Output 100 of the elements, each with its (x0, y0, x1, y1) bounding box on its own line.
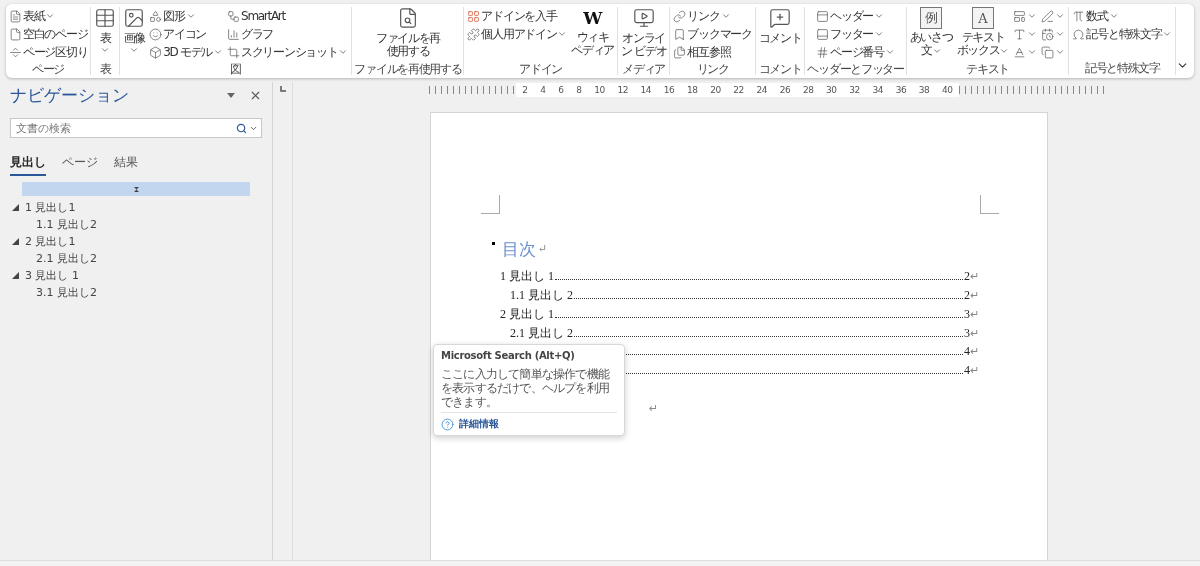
link-icon (673, 9, 687, 23)
ribbon-button[interactable]: リンク (672, 7, 753, 25)
search-icon[interactable] (236, 122, 247, 134)
group-label: ファイルを再使用する (354, 62, 462, 76)
heading-item[interactable]: 1 見出し1 (12, 199, 76, 216)
paragraph-mark: ↵ (649, 402, 659, 415)
ribbon-button[interactable]: ページ番号 (815, 43, 896, 61)
header-icon (816, 9, 830, 23)
shapes-icon (149, 9, 163, 23)
puzzle-icon (467, 27, 481, 41)
screenshot-icon (227, 45, 241, 59)
search-field[interactable]: 文書の検索 (10, 118, 262, 138)
ribbon-button[interactable]: ページ区切り (8, 43, 89, 61)
pane-tab[interactable]: ページ (62, 154, 98, 176)
text-box-icon: A (972, 7, 994, 29)
group-label: 記号と特殊文字 (1084, 61, 1160, 75)
footer-icon (816, 27, 830, 41)
smile-icon (149, 27, 163, 41)
image-icon (123, 7, 146, 29)
blank-page-icon (9, 27, 22, 41)
margin-corner-mark (980, 195, 999, 214)
pane-tab[interactable]: 見出し (10, 154, 46, 176)
ribbon-button[interactable]: 3D モデル (148, 43, 225, 61)
ribbon-button[interactable]: SmartArt (226, 7, 350, 25)
cross-reference-icon (673, 45, 687, 59)
ribbon-button[interactable]: アドインを入手 (466, 7, 569, 25)
pi-icon (1072, 9, 1086, 23)
ribbon-button[interactable]: 個人用アドイン (466, 25, 569, 43)
page-number-icon (816, 45, 830, 59)
toc-entry[interactable]: 2.1 見出し 2 3↵ (510, 325, 979, 344)
ribbon-button[interactable]: 表紙 (8, 7, 89, 25)
group-label: ページ (32, 62, 65, 76)
chart-icon (227, 27, 241, 41)
ribbon-button[interactable]: ブックマーク (672, 25, 753, 43)
ribbon-button[interactable]: 記号と特殊文字 (1071, 25, 1174, 43)
ribbon-button[interactable]: 図形 (148, 7, 225, 25)
pane-title: ナビゲーション (10, 83, 130, 107)
ribbon-button[interactable]: ヘッダー (815, 7, 896, 25)
date-time-icon (1041, 27, 1055, 41)
heading-item[interactable]: 2 見出し1 (12, 233, 76, 250)
ribbon-button[interactable]: 相互参照 (672, 43, 753, 61)
toc-entry[interactable]: 2 見出し 1 3↵ (500, 306, 979, 325)
tab-selector-icon[interactable] (279, 86, 286, 92)
anchor-mark (492, 242, 495, 245)
expanded-icon[interactable] (12, 238, 19, 245)
more-info-link[interactable]: 詳細情報 (441, 417, 499, 431)
expanded-icon[interactable] (12, 272, 19, 279)
grid-icon (467, 9, 481, 23)
heading-item[interactable]: 1.1 見出し2 (36, 216, 97, 233)
margin-corner-mark (481, 195, 500, 214)
ribbon-button[interactable]: スクリーンショット (226, 43, 350, 61)
ribbon-button[interactable]: ファイルを再 使用する (374, 7, 441, 61)
ribbon-button[interactable]: 画像 (122, 7, 147, 61)
ribbon-button[interactable]: 表 (93, 7, 118, 61)
signature-icon (1041, 9, 1055, 23)
tooltip-title: Microsoft Search (Alt+Q) (441, 350, 576, 361)
group-label: ヘッダーとフッター (807, 62, 904, 76)
ribbon-button[interactable]: 数式 (1071, 7, 1174, 25)
group-label: 図 (230, 62, 242, 76)
glyph-icon: 例 (920, 7, 943, 29)
heading-item[interactable]: 3.1 見出し2 (36, 284, 97, 301)
group-label: テキスト (966, 62, 1009, 76)
object-icon (1041, 45, 1055, 59)
quick-parts-icon (1013, 9, 1027, 23)
cube-icon (149, 45, 163, 59)
expanded-icon[interactable] (12, 204, 19, 211)
toc-heading: 目次↵ (501, 238, 549, 261)
help-icon (441, 417, 454, 431)
comment-icon (769, 7, 792, 29)
ribbon-button[interactable]: オンライ ン ビデオ (620, 7, 668, 61)
ribbon-button[interactable]: グラフ (226, 25, 350, 43)
table-icon (94, 7, 117, 29)
omega-icon (1072, 27, 1086, 41)
ribbon-button[interactable]: W ウィキ ペディア (570, 7, 616, 61)
pane-options-icon[interactable] (227, 92, 235, 98)
pane-tab[interactable]: 結果 (114, 154, 138, 176)
ruler: 2 4 6 8 10 12 14 16 18 20 22 24 26 28 30 32 34 36 38 40 (516, 83, 959, 97)
ribbon-button[interactable]: A テキスト ボックス (955, 7, 1011, 61)
group-label: リンク (696, 62, 729, 76)
heading-item[interactable]: 3 見出し 1 (12, 267, 79, 284)
toc-entry[interactable]: 1.1 見出し 2 2↵ (510, 287, 979, 306)
ribbon-button[interactable]: 例 あいさつ 文 (908, 7, 954, 61)
ribbon-button[interactable]: コメント (757, 7, 803, 61)
ribbon-button[interactable]: フッター (815, 25, 896, 43)
drop-cap-icon (1013, 45, 1027, 59)
page-break-icon (9, 45, 22, 59)
document-icon (9, 9, 22, 23)
wikipedia-logo: W (582, 7, 604, 29)
heading-item[interactable]: 2.1 見出し2 (36, 250, 97, 267)
group-label: アドイン (519, 62, 563, 76)
diagram-icon (227, 9, 241, 23)
collapse-icon (133, 186, 139, 192)
bookmark-icon (673, 27, 687, 41)
video-icon (632, 7, 655, 29)
tooltip-text: ここに入力して簡単な操作で機能を表示するだけで、ヘルプを利用できます。 (441, 367, 617, 413)
search-input[interactable]: 文書の検索 (16, 121, 234, 135)
ribbon-button[interactable]: 空白のページ (8, 25, 89, 43)
group-label: メディア (622, 62, 666, 76)
ribbon-button[interactable]: アイコン (148, 25, 225, 43)
toc-entry[interactable]: 1 見出し 1 2↵ (500, 268, 979, 287)
